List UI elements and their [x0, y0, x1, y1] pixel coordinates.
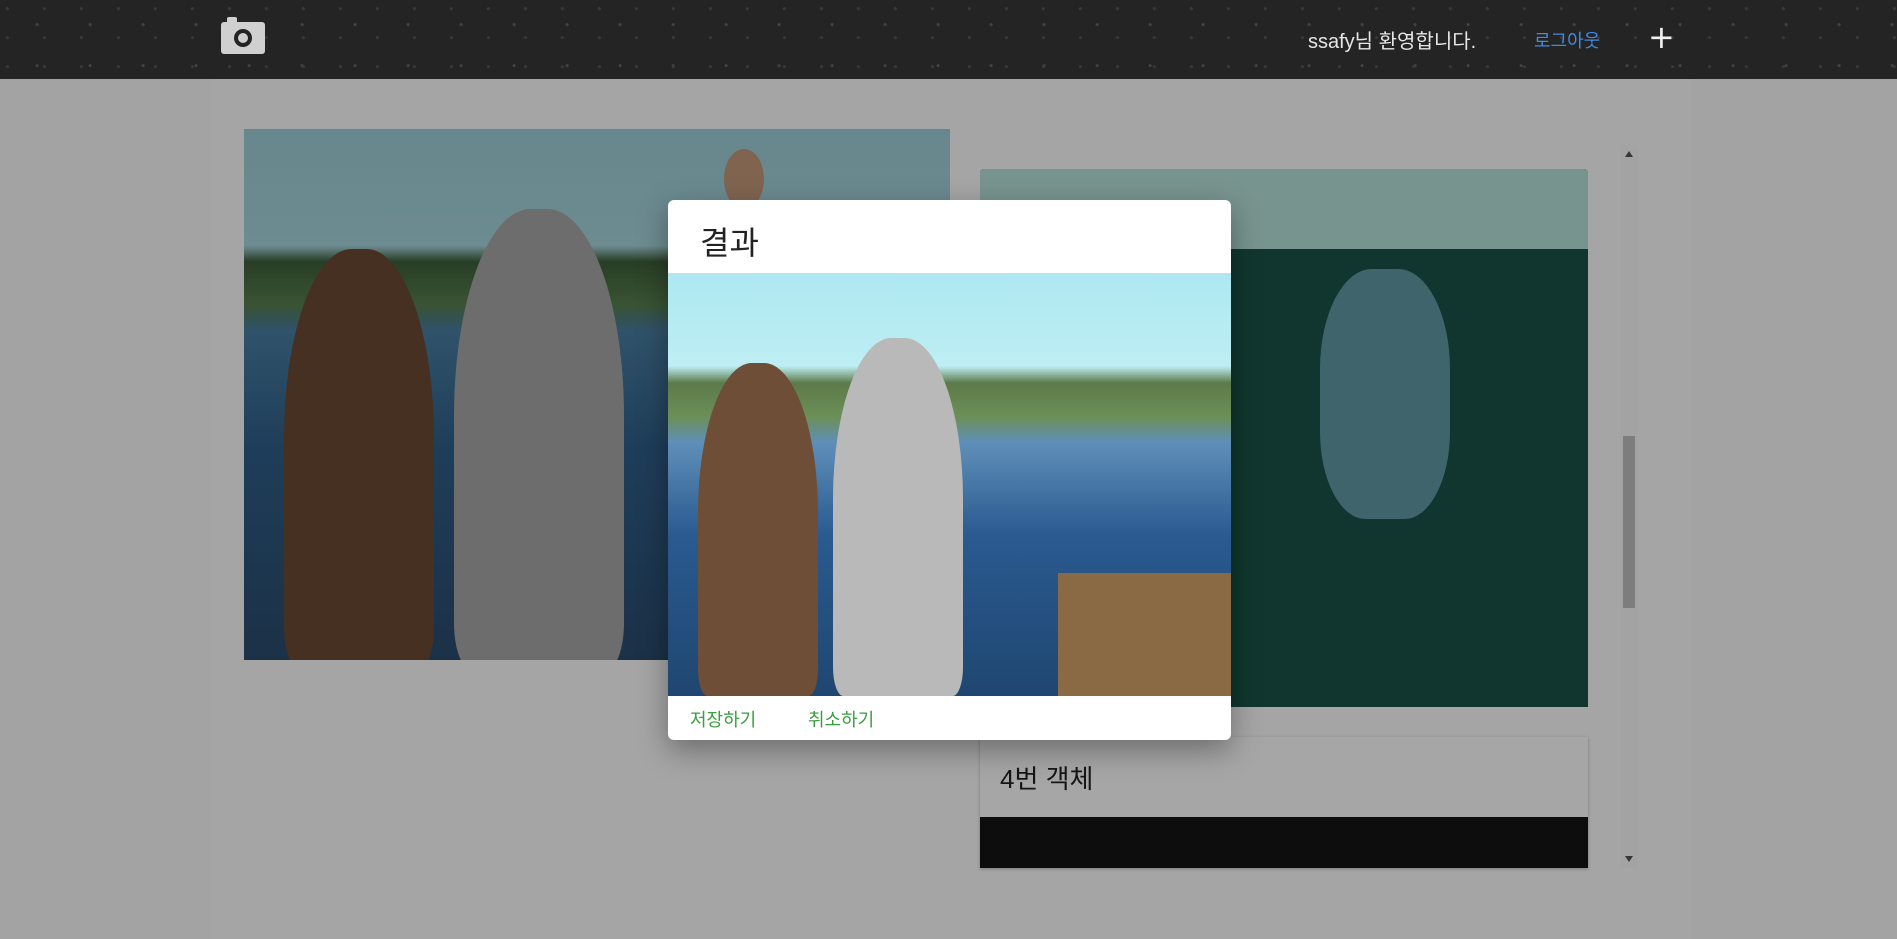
plus-icon[interactable]: +: [1648, 17, 1675, 57]
dialog-actions: 저장하기 취소하기: [668, 696, 1231, 740]
welcome-message: ssafy님 환영합니다.: [1308, 31, 1477, 53]
result-image: [668, 273, 1231, 696]
cancel-button[interactable]: 취소하기: [808, 706, 874, 732]
logout-link[interactable]: 로그아웃: [1534, 27, 1600, 53]
save-button[interactable]: 저장하기: [690, 706, 756, 732]
camera-icon[interactable]: [221, 17, 265, 54]
result-dialog: 결과 저장하기 취소하기: [668, 200, 1231, 740]
top-navbar: ssafy님 환영합니다. 로그아웃 +: [0, 0, 1897, 79]
dialog-title: 결과: [700, 224, 759, 262]
